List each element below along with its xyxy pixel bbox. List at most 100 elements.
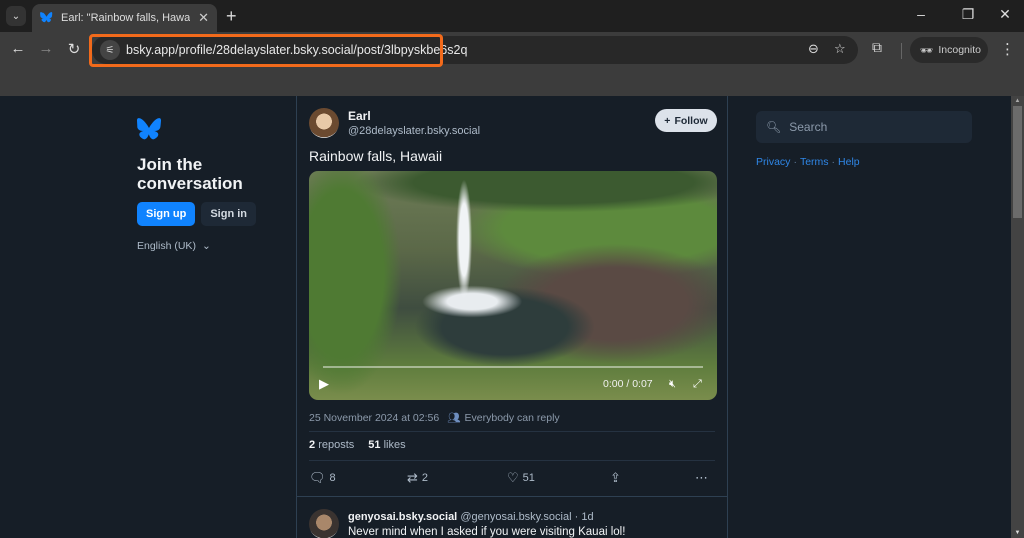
footer-links: Privacy · Terms · Help bbox=[756, 156, 972, 168]
post-author: Earl @28delayslater.bsky.social bbox=[309, 108, 480, 138]
kebab-icon[interactable]: ⋮ bbox=[1000, 40, 1015, 58]
toolbar-lower-area bbox=[0, 68, 1024, 96]
post-stats: 2 reposts 51 likes bbox=[309, 439, 406, 451]
chevron-down-icon: ⌄ bbox=[201, 240, 211, 252]
right-sidebar: 🔍︎ Privacy · Terms · Help bbox=[756, 111, 972, 168]
author-handle[interactable]: @28delayslater.bsky.social bbox=[348, 125, 480, 137]
minimize-button[interactable]: – bbox=[911, 6, 931, 22]
scroll-up-icon[interactable]: ▲ bbox=[1011, 98, 1024, 104]
avatar[interactable] bbox=[309, 509, 339, 538]
post-thread: Earl @28delayslater.bsky.social + Follow… bbox=[296, 96, 728, 538]
search-input[interactable] bbox=[789, 120, 960, 134]
incognito-badge[interactable]: 🕶 Incognito bbox=[910, 37, 988, 63]
browser-tab[interactable]: Earl: "Rainbow falls, Hawaii" — Bluesky … bbox=[32, 4, 217, 32]
back-button[interactable]: ← bbox=[8, 40, 28, 57]
restore-button[interactable]: ❐ bbox=[958, 6, 978, 23]
comment-icon: 🗨︎ bbox=[309, 470, 326, 485]
video-time: 0:00 / 0:07 bbox=[603, 378, 653, 390]
close-window-button[interactable]: ✕ bbox=[995, 6, 1015, 23]
privacy-link[interactable]: Privacy bbox=[756, 156, 790, 168]
follow-label: Follow bbox=[674, 114, 708, 127]
arrow-left-icon: ← bbox=[10, 40, 26, 57]
reply-button[interactable]: 🗨︎ 8 bbox=[309, 470, 336, 486]
search-icon: 🔍︎ bbox=[766, 120, 782, 134]
heart-icon: ♡ bbox=[507, 470, 519, 485]
help-link[interactable]: Help bbox=[838, 156, 860, 168]
divider bbox=[309, 431, 715, 432]
close-icon[interactable]: ✕ bbox=[198, 10, 209, 26]
post-meta: 25 November 2024 at 02:56 👥︎ Everybody c… bbox=[309, 411, 560, 425]
url-highlight-box bbox=[89, 34, 443, 67]
incognito-label: Incognito bbox=[938, 44, 981, 56]
restore-icon: ❐ bbox=[961, 6, 975, 22]
like-count: 51 bbox=[522, 472, 535, 484]
avatar[interactable] bbox=[309, 108, 339, 138]
scroll-down-icon[interactable]: ▼ bbox=[1011, 530, 1024, 536]
minimize-icon: – bbox=[917, 6, 925, 22]
follow-button[interactable]: + Follow bbox=[655, 109, 717, 132]
search-box[interactable]: 🔍︎ bbox=[756, 111, 972, 143]
like-button[interactable]: ♡ 51 bbox=[507, 470, 535, 486]
video-progress-bar[interactable] bbox=[323, 366, 703, 368]
author-name[interactable]: Earl bbox=[348, 109, 480, 123]
separator: · bbox=[831, 156, 836, 168]
reply-count: 8 bbox=[329, 472, 336, 484]
repost-button[interactable]: ⇄ 2 bbox=[407, 470, 428, 486]
arrow-right-icon: → bbox=[38, 40, 54, 57]
divider bbox=[297, 496, 727, 497]
post-text: Rainbow falls, Hawaii bbox=[309, 148, 443, 164]
reply-post[interactable]: genyosai.bsky.social @genyosai.bsky.soci… bbox=[309, 509, 625, 538]
reload-button[interactable]: ↻ bbox=[64, 40, 84, 58]
more-icon: ⋯ bbox=[695, 470, 708, 485]
people-icon: 👥︎ bbox=[447, 412, 461, 424]
reply-permission-label: Everybody can reply bbox=[464, 411, 560, 424]
mute-icon[interactable]: 🔇︎ bbox=[669, 378, 676, 391]
zoom-out-icon[interactable]: ⊖ bbox=[808, 41, 819, 57]
reload-icon: ↻ bbox=[67, 41, 81, 58]
sign-in-button[interactable]: Sign in bbox=[201, 202, 256, 226]
close-icon: ✕ bbox=[999, 6, 1011, 22]
left-sidebar: Join the conversation Sign up Sign in En… bbox=[137, 118, 287, 252]
plus-icon: + bbox=[226, 6, 237, 26]
sign-up-button[interactable]: Sign up bbox=[137, 202, 196, 226]
scrollbar[interactable]: ▲ ▼ bbox=[1011, 96, 1024, 538]
post-actions: 🗨︎ 8 ⇄ 2 ♡ 51 ⇪ ⋯ bbox=[309, 470, 717, 488]
video-player[interactable]: ▶ 0:00 / 0:07 🔇︎ ⤢ bbox=[309, 171, 717, 400]
forward-button[interactable]: → bbox=[36, 40, 56, 57]
language-select[interactable]: English (UK) ⌄ bbox=[137, 240, 287, 252]
fullscreen-icon[interactable]: ⤢ bbox=[693, 378, 702, 391]
reply-author-name[interactable]: genyosai.bsky.social bbox=[348, 511, 457, 523]
butterfly-icon bbox=[40, 12, 53, 23]
share-icon: ⇪ bbox=[610, 470, 621, 485]
puzzle-icon[interactable]: ⧉ bbox=[872, 39, 882, 56]
share-button[interactable]: ⇪ bbox=[610, 470, 621, 486]
more-button[interactable]: ⋯ bbox=[695, 470, 708, 486]
reply-permission: 👥︎ Everybody can reply bbox=[447, 411, 560, 425]
separator: · bbox=[793, 156, 797, 168]
tab-strip: ⌄ Earl: "Rainbow falls, Hawaii" — Bluesk… bbox=[0, 0, 1024, 32]
scrollbar-thumb[interactable] bbox=[1013, 106, 1022, 218]
tab-search-button[interactable]: ⌄ bbox=[6, 6, 26, 26]
language-label: English (UK) bbox=[137, 240, 196, 252]
divider bbox=[309, 460, 715, 461]
post-timestamp[interactable]: 25 November 2024 at 02:56 bbox=[309, 412, 439, 424]
play-icon[interactable]: ▶ bbox=[319, 376, 329, 392]
tab-title: Earl: "Rainbow falls, Hawaii" — Bluesky bbox=[61, 12, 191, 24]
incognito-icon: 🕶 bbox=[920, 44, 934, 57]
reply-text: Never mind when I asked if you were visi… bbox=[348, 526, 626, 538]
reposts-stat[interactable]: 2 reposts bbox=[309, 439, 354, 451]
new-tab-button[interactable]: + bbox=[226, 6, 237, 26]
page-content: Join the conversation Sign up Sign in En… bbox=[0, 96, 1011, 538]
reply-age: · 1d bbox=[574, 511, 594, 523]
butterfly-icon[interactable] bbox=[137, 118, 161, 140]
join-title: Join the conversation bbox=[137, 155, 243, 193]
likes-stat[interactable]: 51 likes bbox=[368, 439, 405, 451]
terms-link[interactable]: Terms bbox=[800, 156, 829, 168]
plus-icon: + bbox=[664, 114, 671, 127]
star-icon[interactable]: ☆ bbox=[834, 41, 846, 57]
chevron-down-icon: ⌄ bbox=[11, 10, 21, 22]
reply-author-handle[interactable]: @genyosai.bsky.social bbox=[460, 511, 571, 523]
toolbar-divider bbox=[901, 43, 902, 59]
repost-count: 2 bbox=[421, 472, 429, 484]
repost-icon: ⇄ bbox=[407, 470, 418, 485]
